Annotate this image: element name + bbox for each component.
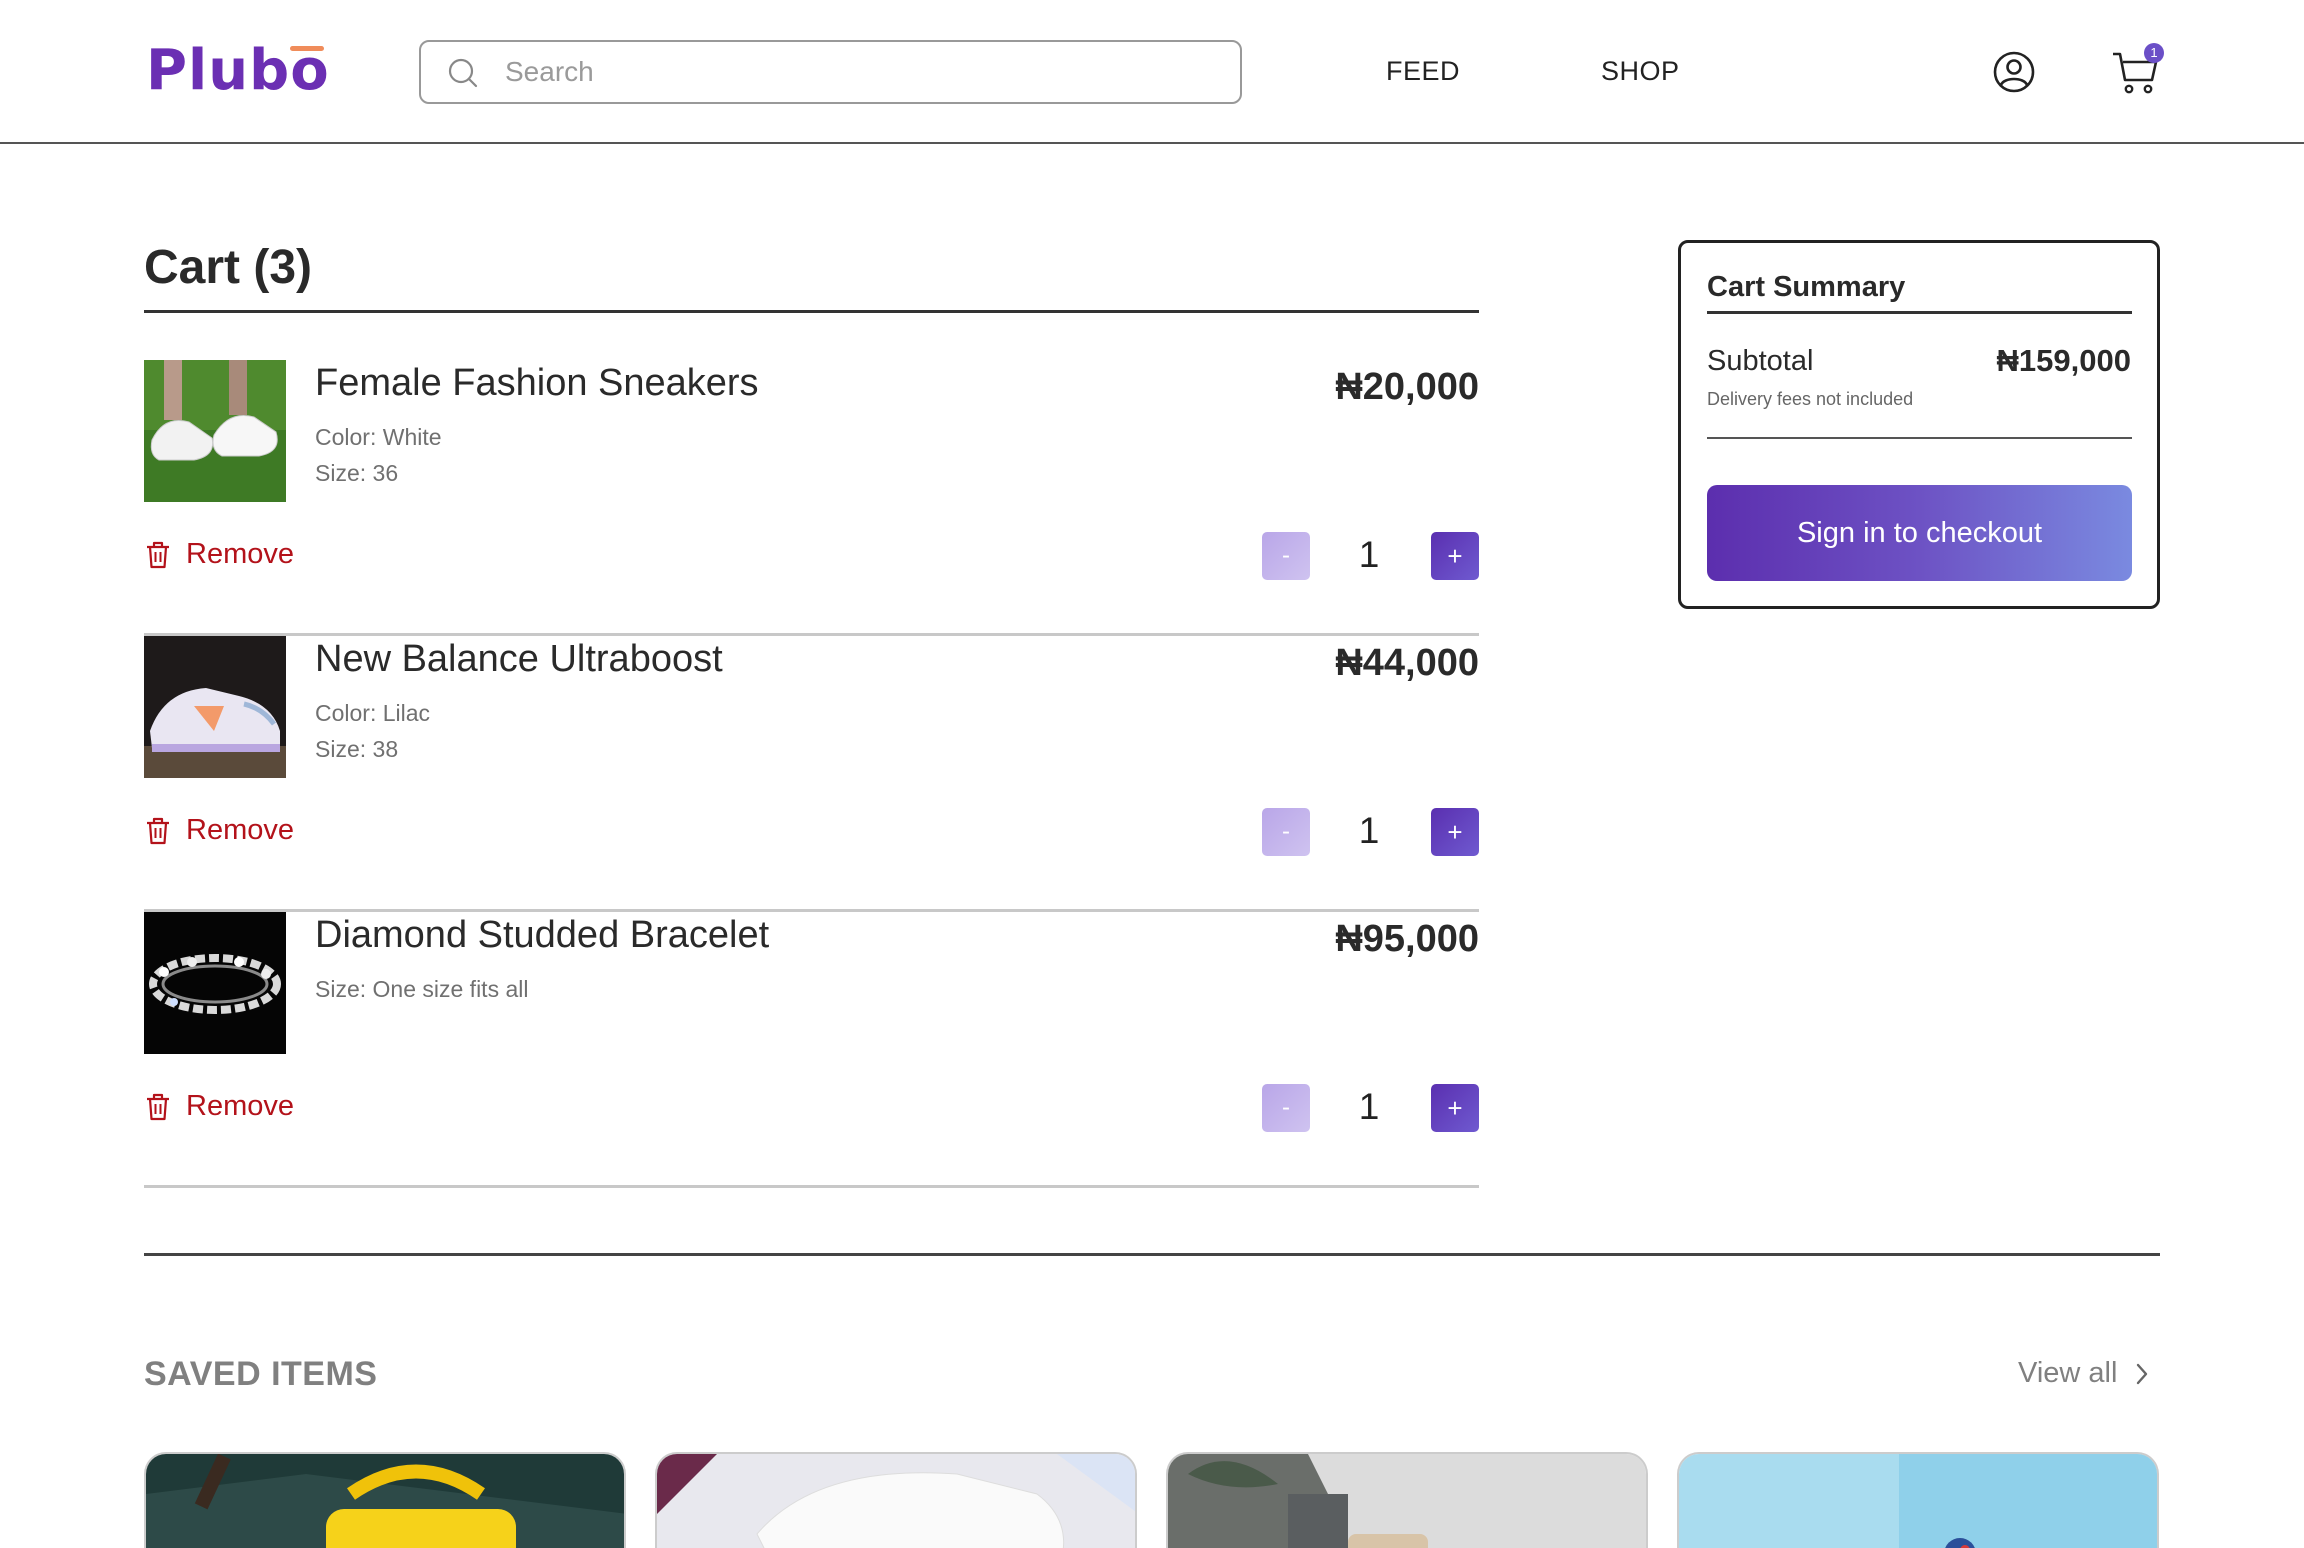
nav-feed-link[interactable]: FEED <box>1386 56 1460 87</box>
logo-accent-bar <box>289 46 324 51</box>
subtotal-label: Subtotal <box>1707 345 1814 377</box>
product-name[interactable]: New Balance Ultraboost <box>315 638 723 681</box>
delivery-note: Delivery fees not included <box>1707 389 1914 409</box>
product-price: ₦44,000 <box>1335 642 1479 684</box>
cart-summary-title: Cart Summary <box>1707 271 1906 303</box>
saved-item-image-yellow-bag <box>146 1454 624 1548</box>
cart-title-divider <box>144 310 1479 313</box>
quantity-increase-button[interactable]: + <box>1431 808 1479 856</box>
item-divider <box>144 1185 1479 1188</box>
quantity-increase-button[interactable]: + <box>1431 1084 1479 1132</box>
remove-button[interactable]: Remove <box>144 814 294 847</box>
product-size: Size: One size fits all <box>315 976 529 1002</box>
chevron-right-icon <box>2137 1363 2148 1384</box>
cart-summary-panel: Cart Summary Subtotal ₦159,000 Delivery … <box>1678 240 2160 609</box>
cart-item: New Balance Ultraboost Color: Lilac Size… <box>144 636 1479 912</box>
nav-shop-link[interactable]: SHOP <box>1601 56 1680 87</box>
saved-item-image-white-shoes <box>657 1454 1135 1548</box>
subtotal-value: ₦159,000 <box>1996 343 2131 378</box>
product-image-sneakers[interactable] <box>144 360 286 502</box>
product-image-bracelet[interactable] <box>144 912 286 1054</box>
search-input[interactable] <box>505 52 1205 92</box>
remove-button[interactable]: Remove <box>144 1090 294 1123</box>
section-divider <box>144 1253 2160 1256</box>
search-bar[interactable] <box>419 40 1242 104</box>
remove-button[interactable]: Remove <box>144 538 294 571</box>
quantity-increase-button[interactable]: + <box>1431 532 1479 580</box>
quantity-decrease-button[interactable]: - <box>1262 808 1310 856</box>
quantity-value: 1 <box>1358 534 1380 575</box>
saved-item-card[interactable] <box>655 1452 1137 1548</box>
remove-label: Remove <box>186 538 294 570</box>
view-all-link[interactable]: View all <box>2018 1357 2151 1390</box>
product-size: Size: 38 <box>315 736 399 762</box>
product-name[interactable]: Diamond Studded Bracelet <box>315 914 769 957</box>
product-color: Color: White <box>315 424 442 450</box>
saved-item-card[interactable] <box>1166 1452 1648 1548</box>
top-header: Plubo FEED SHOP 1 <box>0 0 2304 144</box>
cart-count-badge: 1 <box>2144 43 2164 63</box>
product-image-new-balance[interactable] <box>144 636 286 778</box>
trash-icon <box>147 817 169 844</box>
cart-title: Cart (3) <box>144 241 313 294</box>
search-icon <box>448 58 478 88</box>
cart-item: Diamond Studded Bracelet Size: One size … <box>144 912 1479 1188</box>
logo[interactable]: Plubo <box>146 38 330 103</box>
quantity-value: 1 <box>1358 810 1380 851</box>
saved-item-image-blue <box>1679 1454 2157 1548</box>
quantity-decrease-button[interactable]: - <box>1262 1084 1310 1132</box>
saved-items-title: SAVED ITEMS <box>144 1355 378 1393</box>
quantity-decrease-button[interactable]: - <box>1262 532 1310 580</box>
saved-item-image-plant <box>1168 1454 1646 1548</box>
summary-divider <box>1707 437 2132 439</box>
trash-icon <box>147 1093 169 1120</box>
product-size: Size: 36 <box>315 460 399 486</box>
summary-title-divider <box>1707 311 2132 314</box>
remove-label: Remove <box>186 1090 294 1122</box>
saved-item-card[interactable] <box>144 1452 626 1548</box>
cart-button[interactable]: 1 <box>2110 43 2164 98</box>
account-icon[interactable] <box>1992 50 2036 94</box>
trash-icon <box>147 541 169 568</box>
cart-item: Female Fashion Sneakers Color: White Siz… <box>144 360 1479 636</box>
product-color: Color: Lilac <box>315 700 431 726</box>
sign-in-checkout-button[interactable]: Sign in to checkout <box>1707 485 2132 581</box>
product-price: ₦95,000 <box>1335 918 1479 960</box>
product-price: ₦20,000 <box>1335 366 1479 408</box>
saved-item-card[interactable] <box>1677 1452 2159 1548</box>
view-all-label: View all <box>2018 1357 2118 1389</box>
product-name[interactable]: Female Fashion Sneakers <box>315 362 759 405</box>
quantity-value: 1 <box>1358 1086 1380 1127</box>
remove-label: Remove <box>186 814 294 846</box>
